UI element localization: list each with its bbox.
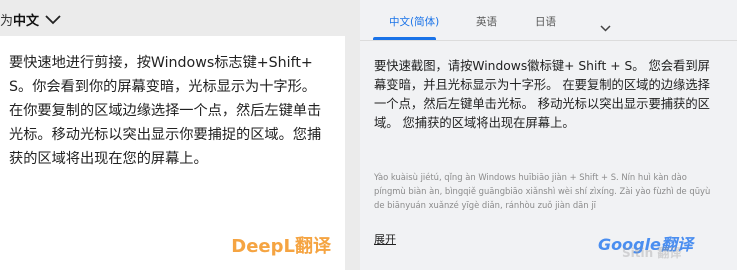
chevron-down-icon[interactable] [600, 17, 611, 36]
tab-chinese-simplified[interactable]: 中文(简体) [389, 14, 439, 29]
deepl-translation-card: 要快速地进行剪接，按Windows标志键+Shift+S。你会看到你的屏幕变暗，… [0, 36, 345, 270]
watermark: Sitin 翻译 [622, 246, 682, 260]
deepl-lang-prefix: 为 [0, 14, 14, 29]
deepl-lang-selected: 中文 [13, 14, 40, 29]
deepl-target-language-select[interactable]: 为中文 [0, 10, 61, 29]
google-language-tabs: 中文(简体) 英语 日语 [360, 0, 737, 42]
divider [360, 40, 737, 41]
google-translation-text: 要快速截图，请按Windows徽标键+ Shift + S。 您会看到屏幕变暗，… [374, 59, 710, 130]
deepl-panel: 为中文 要快速地进行剪接，按Windows标志键+Shift+S。你会看到你的屏… [0, 0, 345, 270]
deepl-target-language-bar: 为中文 [0, 0, 345, 36]
tab-english[interactable]: 英语 [476, 14, 497, 29]
tab-japanese[interactable]: 日语 [535, 14, 556, 29]
expand-link[interactable]: 展开 [374, 231, 396, 247]
deepl-translation-text: 要快速地进行剪接，按Windows标志键+Shift+S。你会看到你的屏幕变暗，… [9, 55, 322, 167]
chevron-down-icon[interactable] [45, 14, 61, 29]
deepl-brand-label: DeepL翻译 [231, 236, 331, 257]
google-panel: 中文(简体) 英语 日语 要快速截图，请按Windows徽标键+ Shift +… [360, 0, 737, 270]
google-pinyin-text: Yào kuàisù jiétú, qǐng àn Windows huībiā… [374, 172, 711, 210]
